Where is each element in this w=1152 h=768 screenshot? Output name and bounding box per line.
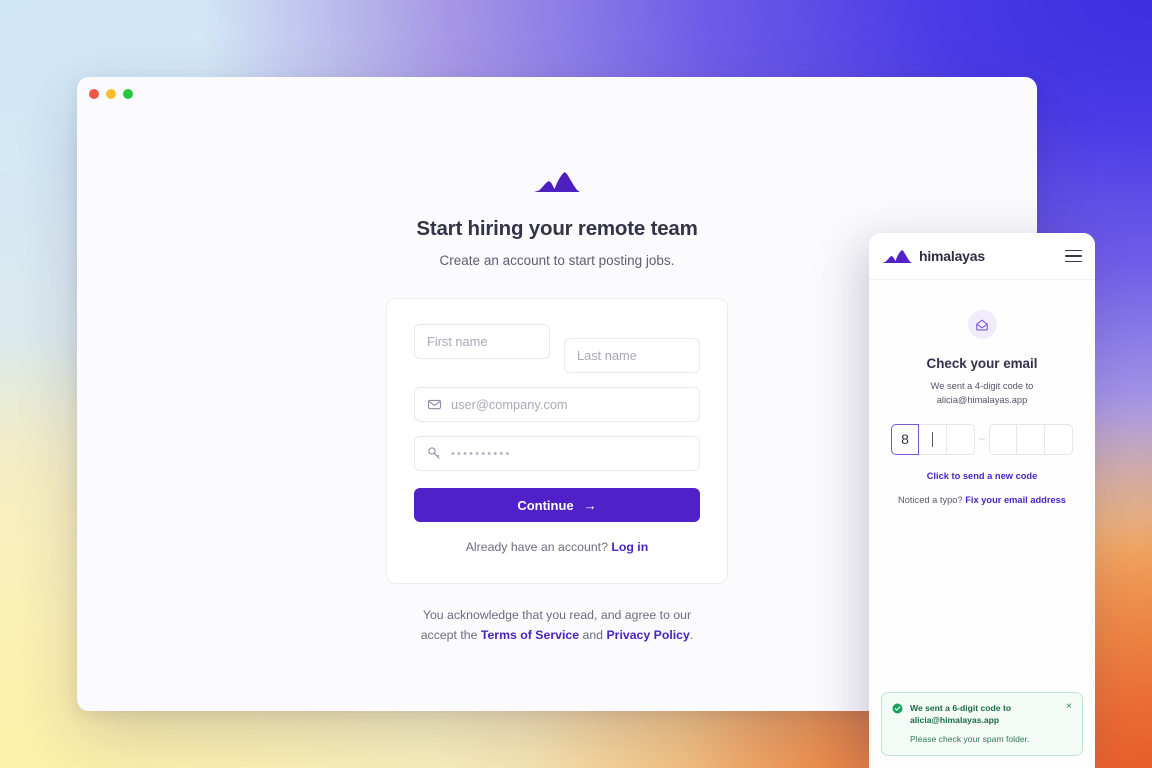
terms-of-service-link[interactable]: Terms of Service	[481, 628, 579, 642]
last-name-input[interactable]: Last name	[564, 338, 700, 373]
otp-separator: –	[978, 433, 986, 446]
email-placeholder: user@company.com	[451, 397, 568, 412]
continue-button[interactable]: Continue →	[414, 488, 700, 522]
login-prompt-row: Already have an account? Log in	[414, 540, 700, 554]
window-maximize-button[interactable]	[123, 89, 133, 99]
window-close-button[interactable]	[89, 89, 99, 99]
terms-line-1: You acknowledge that you read, and agree…	[422, 608, 692, 622]
typo-row: Noticed a typo? Fix your email address	[898, 495, 1066, 505]
success-check-icon	[892, 703, 903, 714]
toast-close-button[interactable]: ×	[1062, 702, 1072, 712]
privacy-policy-link[interactable]: Privacy Policy	[606, 628, 689, 642]
continue-label: Continue	[517, 497, 574, 513]
himalayas-logo-icon	[882, 249, 912, 263]
signup-form-card: First name Last name user@company.com ••…	[386, 298, 728, 584]
otp-digit-2[interactable]	[919, 423, 947, 455]
open-envelope-icon	[967, 310, 997, 339]
otp-digit-1[interactable]: 8	[891, 423, 919, 455]
otp-digit-6[interactable]	[1045, 423, 1073, 455]
otp-input-group[interactable]: 8 –	[891, 423, 1073, 455]
terms-line-2-prefix: accept the	[420, 627, 478, 642]
password-value: ••••••••••	[451, 447, 512, 460]
toast-submessage: Please check your spam folder.	[910, 733, 1030, 744]
login-prompt-text: Already have an account?	[465, 540, 608, 554]
terms-period: .	[689, 627, 694, 642]
mobile-header: himalayas	[869, 233, 1095, 280]
typo-prompt-text: Noticed a typo?	[898, 494, 963, 505]
resend-code-link[interactable]: Click to send a new code	[927, 471, 1038, 481]
mobile-subtitle: We sent a 4-digit code to alicia@himalay…	[931, 379, 1034, 408]
fix-email-address-link[interactable]: Fix your email address	[965, 495, 1066, 505]
toast-message-line-1: We sent a 6-digit code to	[910, 703, 1012, 713]
otp-digit-5[interactable]	[1017, 423, 1045, 455]
last-name-placeholder: Last name	[577, 348, 637, 363]
otp-digit-3[interactable]	[947, 423, 975, 455]
window-minimize-button[interactable]	[106, 89, 116, 99]
success-toast: We sent a 6-digit code to alicia@himalay…	[881, 692, 1083, 756]
first-name-input[interactable]: First name	[414, 324, 550, 359]
mobile-verification-panel: himalayas Check your email We sent a 4-d…	[869, 233, 1095, 768]
key-icon	[428, 447, 440, 459]
password-input[interactable]: ••••••••••	[414, 436, 700, 471]
arrow-right-icon: →	[583, 497, 597, 513]
toast-header: We sent a 6-digit code to alicia@himalay…	[892, 702, 1072, 727]
text-caret	[931, 431, 934, 447]
envelope-icon	[427, 399, 442, 410]
mobile-title: Check your email	[926, 356, 1038, 371]
toast-message-line-2: alicia@himalayas.app	[910, 715, 1000, 726]
first-name-placeholder: First name	[427, 334, 488, 349]
mobile-subtitle-line-1: We sent a 4-digit code to	[930, 381, 1034, 391]
browser-titlebar	[77, 77, 1037, 109]
otp-group-second	[989, 423, 1073, 455]
terms-disclaimer: You acknowledge that you read, and agree…	[407, 606, 707, 645]
window-traffic-lights	[89, 89, 133, 99]
mobile-brand[interactable]: himalayas	[882, 248, 985, 264]
otp-group-first: 8	[891, 423, 975, 455]
email-input[interactable]: user@company.com	[414, 387, 700, 422]
mobile-brand-name: himalayas	[919, 248, 985, 264]
toast-message: We sent a 6-digit code to alicia@himalay…	[910, 702, 1055, 727]
log-in-link[interactable]: Log in	[611, 540, 648, 554]
otp-digit-4[interactable]	[989, 423, 1017, 455]
himalayas-logo-icon	[534, 172, 580, 192]
page-subtitle: Create an account to start posting jobs.	[439, 253, 675, 268]
page-title: Start hiring your remote team	[416, 217, 698, 240]
name-fields-row: First name Last name	[414, 324, 700, 373]
hamburger-menu-icon[interactable]	[1065, 249, 1082, 263]
terms-conjunction: and	[582, 627, 604, 642]
mobile-subtitle-line-2: alicia@himalayas.app	[936, 395, 1028, 406]
open-envelope-glyph	[976, 319, 988, 330]
